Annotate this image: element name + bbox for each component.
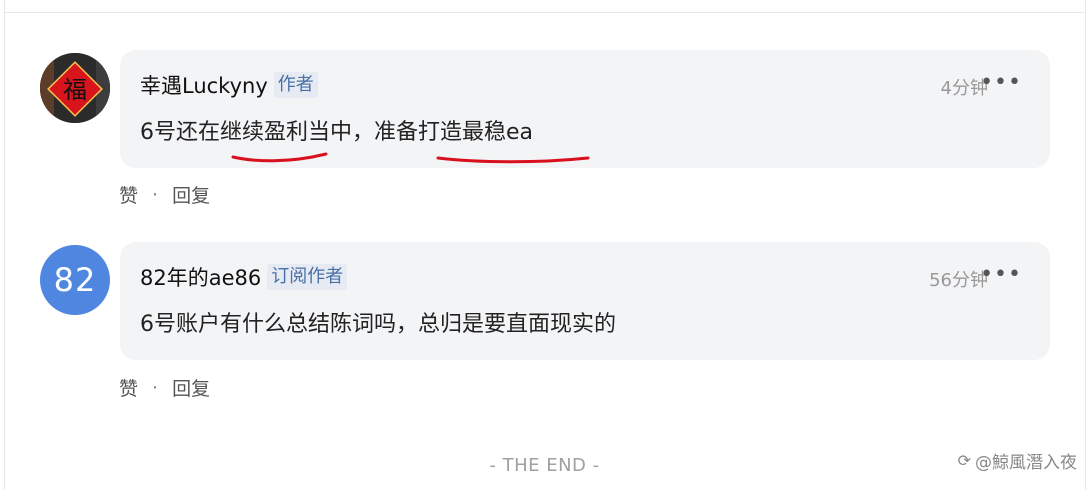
more-options-icon[interactable]: •••: [980, 72, 1022, 94]
end-marker: - THE END -: [489, 455, 600, 476]
watermark: ⟳ @鯨風潛入夜: [958, 448, 1077, 473]
more-options-icon[interactable]: •••: [980, 264, 1022, 286]
action-separator: ·: [152, 376, 159, 399]
comment-actions: 赞 · 回复: [119, 374, 210, 401]
username[interactable]: 幸遇Luckyny: [140, 70, 268, 100]
avatar[interactable]: 福: [40, 53, 110, 123]
avatar[interactable]: 82: [40, 245, 110, 315]
like-button[interactable]: 赞: [119, 374, 138, 401]
action-separator: ·: [152, 183, 159, 206]
reply-button[interactable]: 回复: [172, 374, 210, 401]
comment-header: 82年的ae86 订阅作者: [140, 262, 348, 292]
comment-text: 6号还在继续盈利当中，准备打造最稳ea: [140, 120, 534, 145]
fortune-avatar-icon: 福: [40, 53, 110, 123]
comment-actions: 赞 · 回复: [119, 181, 210, 208]
avatar-initials: 82: [53, 261, 97, 299]
svg-text:福: 福: [63, 76, 87, 104]
weibo-logo-icon: ⟳: [957, 451, 971, 470]
comment-bubble: 82年的ae86 订阅作者 56分钟 ••• 6号账户有什么总结陈词吗，总归是要…: [120, 242, 1050, 360]
comment-text: 6号账户有什么总结陈词吗，总归是要直面现实的: [140, 312, 616, 337]
subscriber-badge: 订阅作者: [267, 264, 348, 290]
username[interactable]: 82年的ae86: [140, 262, 261, 292]
comment-header: 幸遇Luckyny 作者: [140, 70, 318, 100]
like-button[interactable]: 赞: [119, 181, 138, 208]
reply-button[interactable]: 回复: [172, 181, 210, 208]
comments-page: 福 幸遇Luckyny 作者 4分钟 ••• 6号还在继续盈利当中，准备打造最稳…: [0, 0, 1089, 490]
watermark-text: @鯨風潛入夜: [975, 453, 1077, 473]
comment-bubble: 幸遇Luckyny 作者 4分钟 ••• 6号还在继续盈利当中，准备打造最稳ea: [120, 50, 1050, 168]
top-divider: [4, 12, 1086, 13]
author-badge: 作者: [273, 72, 318, 98]
